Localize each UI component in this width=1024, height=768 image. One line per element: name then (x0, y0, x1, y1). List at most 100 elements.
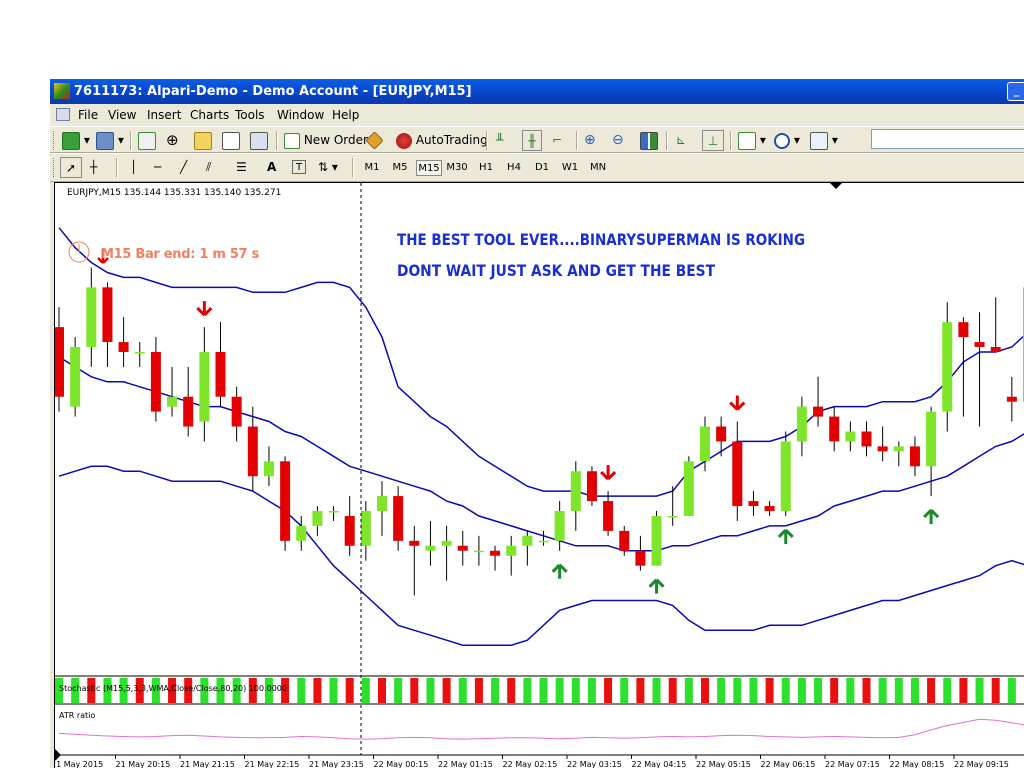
trendline-icon: ╱ (180, 160, 188, 174)
bull-candle-body (780, 441, 791, 511)
tf-m5[interactable]: M5 (388, 160, 412, 176)
time-axis-label: 22 May 00:15 (374, 760, 429, 768)
periods-button[interactable]: ▾ (774, 130, 800, 151)
line-chart-icon: ⌐ (552, 133, 563, 147)
data-window-button[interactable]: ⊕ (166, 130, 179, 151)
bear-candle-body (909, 446, 920, 467)
tf-h4[interactable]: H4 (502, 160, 526, 176)
bear-candle-body (150, 351, 161, 412)
candle (732, 421, 743, 521)
candle (167, 366, 178, 417)
text-tool[interactable]: A (267, 157, 276, 178)
autoscroll-button[interactable]: ⊥ (702, 130, 724, 151)
profiles-button[interactable]: ▾ (96, 130, 124, 151)
drawing-toolbar: ➚ ┼ │ ─ ╱ ⫽ ☰ A T ⇅ ▾ M1 M5 M15 M30 H1 H… (50, 153, 1024, 182)
menu-window[interactable]: Window (277, 108, 324, 122)
bull-candle-body (942, 322, 953, 412)
navigator-button[interactable] (194, 130, 212, 151)
zoom-in-button[interactable]: ⊕ (584, 130, 596, 151)
tf-d1[interactable]: D1 (530, 160, 554, 176)
tf-h1[interactable]: H1 (474, 160, 498, 176)
tf-m15[interactable]: M15 (416, 160, 442, 176)
bull-candle-body (538, 540, 549, 543)
menu-help[interactable]: Help (332, 108, 359, 122)
menu-view[interactable]: View (108, 108, 136, 122)
search-input[interactable] (871, 129, 1024, 149)
menu-charts[interactable]: Charts (190, 108, 229, 122)
chart-shift-marker[interactable] (830, 183, 842, 189)
stochastic-bar (394, 678, 403, 703)
candle (457, 530, 468, 566)
menu-insert[interactable]: Insert (147, 108, 181, 122)
bar-chart-icon: ╨ (496, 133, 504, 147)
tf-mn[interactable]: MN (586, 160, 610, 176)
time-axis-label: 22 May 04:15 (632, 760, 687, 768)
candle (942, 302, 953, 432)
market-watch-button[interactable] (138, 130, 156, 151)
metaeditor-button[interactable] (365, 130, 384, 151)
fibonacci-icon: ☰ (236, 160, 247, 174)
candle (425, 520, 436, 566)
text-label-tool-label: T (295, 162, 303, 173)
time-axis-label: 22 May 05:15 (696, 760, 751, 768)
menu-file[interactable]: File (78, 108, 98, 122)
stochastic-bar (878, 678, 887, 703)
tile-windows-button[interactable] (640, 130, 658, 151)
stochastic-bar (507, 678, 516, 703)
buy-arrow-icon (923, 509, 940, 525)
stochastic-bar (701, 678, 709, 703)
annotation-line-2[interactable]: DONT WAIT JUST ASK AND GET THE BEST (397, 261, 715, 280)
templates-button[interactable]: ▾ (810, 130, 838, 151)
candle (86, 267, 97, 367)
trendline-tool[interactable]: ╱ (180, 157, 187, 178)
text-tool-label: A (267, 160, 277, 174)
bar-chart-button[interactable]: ╨ (496, 130, 503, 151)
equidistant-channel-tool[interactable]: ⫽ (206, 157, 211, 178)
menu-tools[interactable]: Tools (235, 108, 265, 122)
sell-arrow-icon (600, 465, 617, 481)
minimize-button[interactable]: _ (1007, 82, 1024, 101)
chart-window[interactable]: EURJPY,M15 135.144 135.331 135.140 135.2… (50, 182, 1024, 768)
stochastic-bar (797, 678, 806, 703)
line-chart-button[interactable]: ⌐ (552, 130, 562, 151)
annotation-line-1[interactable]: THE BEST TOOL EVER....BINARYSUPERMAN IS … (397, 230, 805, 249)
bull-candle-body (506, 545, 517, 556)
strategy-tester-button[interactable] (250, 130, 268, 151)
tf-m1[interactable]: M1 (360, 160, 384, 176)
stochastic-bar (830, 678, 839, 703)
fibonacci-tool[interactable]: ☰ (236, 157, 247, 178)
tf-w1[interactable]: W1 (558, 160, 582, 176)
horizontal-line-tool[interactable]: ─ (154, 157, 161, 178)
crosshair-tool[interactable]: ┼ (90, 157, 97, 178)
bull-candle-body (312, 511, 323, 526)
new-chart-button[interactable]: ▾ (62, 130, 90, 151)
terminal-button[interactable] (222, 130, 240, 151)
candle (118, 317, 129, 367)
cursor-tool[interactable]: ➚ (60, 157, 82, 178)
bear-candle-body (813, 406, 824, 417)
vertical-line-tool[interactable]: │ (130, 157, 137, 178)
candle (845, 421, 856, 452)
candle (716, 416, 727, 457)
cursor-icon: ➚ (65, 161, 77, 175)
new-order-button[interactable]: New Order (284, 130, 368, 151)
time-axis-label: 22 May 03:15 (567, 760, 622, 768)
buy-arrow-icon (648, 578, 665, 594)
arrows-tool[interactable]: ⇅ ▾ (318, 157, 338, 178)
text-label-tool[interactable]: T (292, 160, 306, 174)
price-chart[interactable]: EURJPY,M15 135.144 135.331 135.140 135.2… (50, 183, 1024, 768)
candlestick-chart-button[interactable]: ╫ (522, 130, 542, 151)
chart-window-icon[interactable] (56, 108, 70, 121)
autotrading-label: AutoTrading (415, 133, 488, 147)
candle (554, 501, 565, 551)
candle (215, 322, 226, 407)
tf-m30[interactable]: M30 (444, 160, 470, 176)
atr-label: ATR ratio (59, 711, 95, 720)
chart-shift-button[interactable]: ⊾ (676, 130, 686, 151)
autotrading-button[interactable]: AutoTrading (396, 130, 488, 151)
zoom-out-button[interactable]: ⊖ (612, 130, 624, 151)
candle (473, 535, 484, 566)
terminal-window: 7611173: Alpari-Demo - Demo Account - [E… (50, 79, 1024, 768)
bear-candle-body (118, 342, 129, 352)
indicators-button[interactable]: ▾ (738, 130, 766, 151)
